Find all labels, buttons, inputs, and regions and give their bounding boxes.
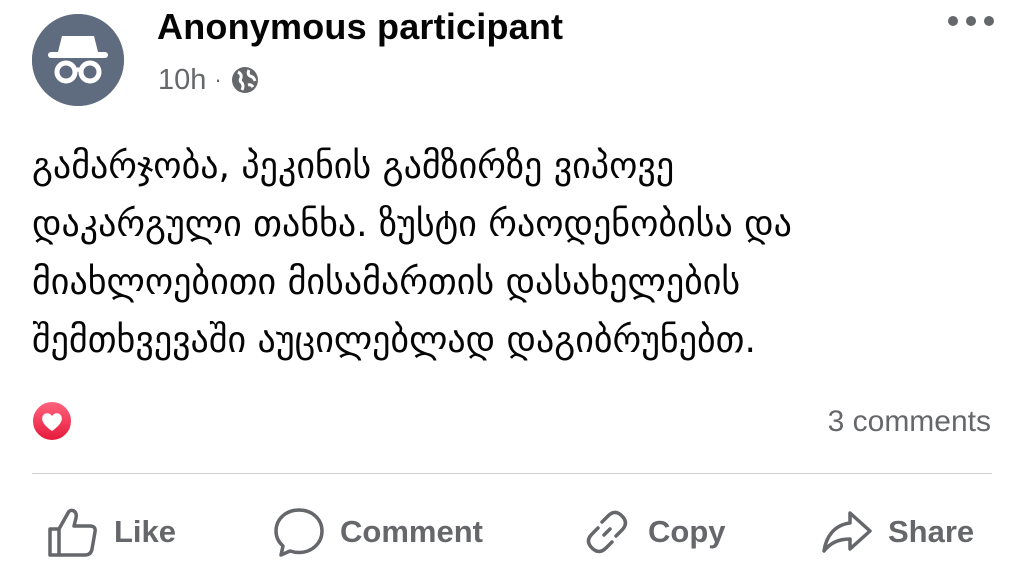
comment-button[interactable]: Comment (272, 502, 483, 562)
more-dot (966, 16, 976, 26)
comment-label: Comment (340, 514, 483, 549)
divider (32, 473, 992, 474)
share-label: Share (888, 514, 975, 549)
copy-button[interactable]: Copy (580, 502, 726, 562)
meta-separator: · (214, 67, 222, 92)
share-button[interactable]: Share (820, 502, 974, 562)
share-arrow-icon (822, 511, 872, 553)
comments-count[interactable]: 3 comments (828, 404, 991, 440)
globe-icon[interactable] (230, 65, 260, 95)
more-horizontal-icon (948, 16, 958, 26)
avatar[interactable] (32, 14, 124, 106)
action-bar: Like Comment Copy Share (0, 496, 1024, 568)
author-name[interactable]: Anonymous participant (157, 6, 563, 48)
thumbs-up-icon (48, 508, 97, 557)
post-time[interactable]: 10h (158, 64, 206, 97)
like-label: Like (114, 514, 177, 549)
link-icon (586, 510, 628, 554)
more-dot (984, 16, 994, 26)
post-body: გამარჯობა, პეკინის გამზირზე ვიპოვე დაკარ… (32, 146, 792, 361)
love-reaction-icon[interactable] (30, 399, 74, 443)
post-meta: 10h · (158, 60, 260, 100)
more-options-button[interactable] (948, 6, 994, 36)
like-button[interactable]: Like (46, 502, 176, 562)
anonymous-incognito-icon (32, 14, 124, 106)
comment-bubble-icon (274, 508, 324, 557)
post-card: Anonymous participant 10h · გამარჯობა, პ… (0, 0, 1024, 576)
copy-label: Copy (648, 514, 726, 549)
